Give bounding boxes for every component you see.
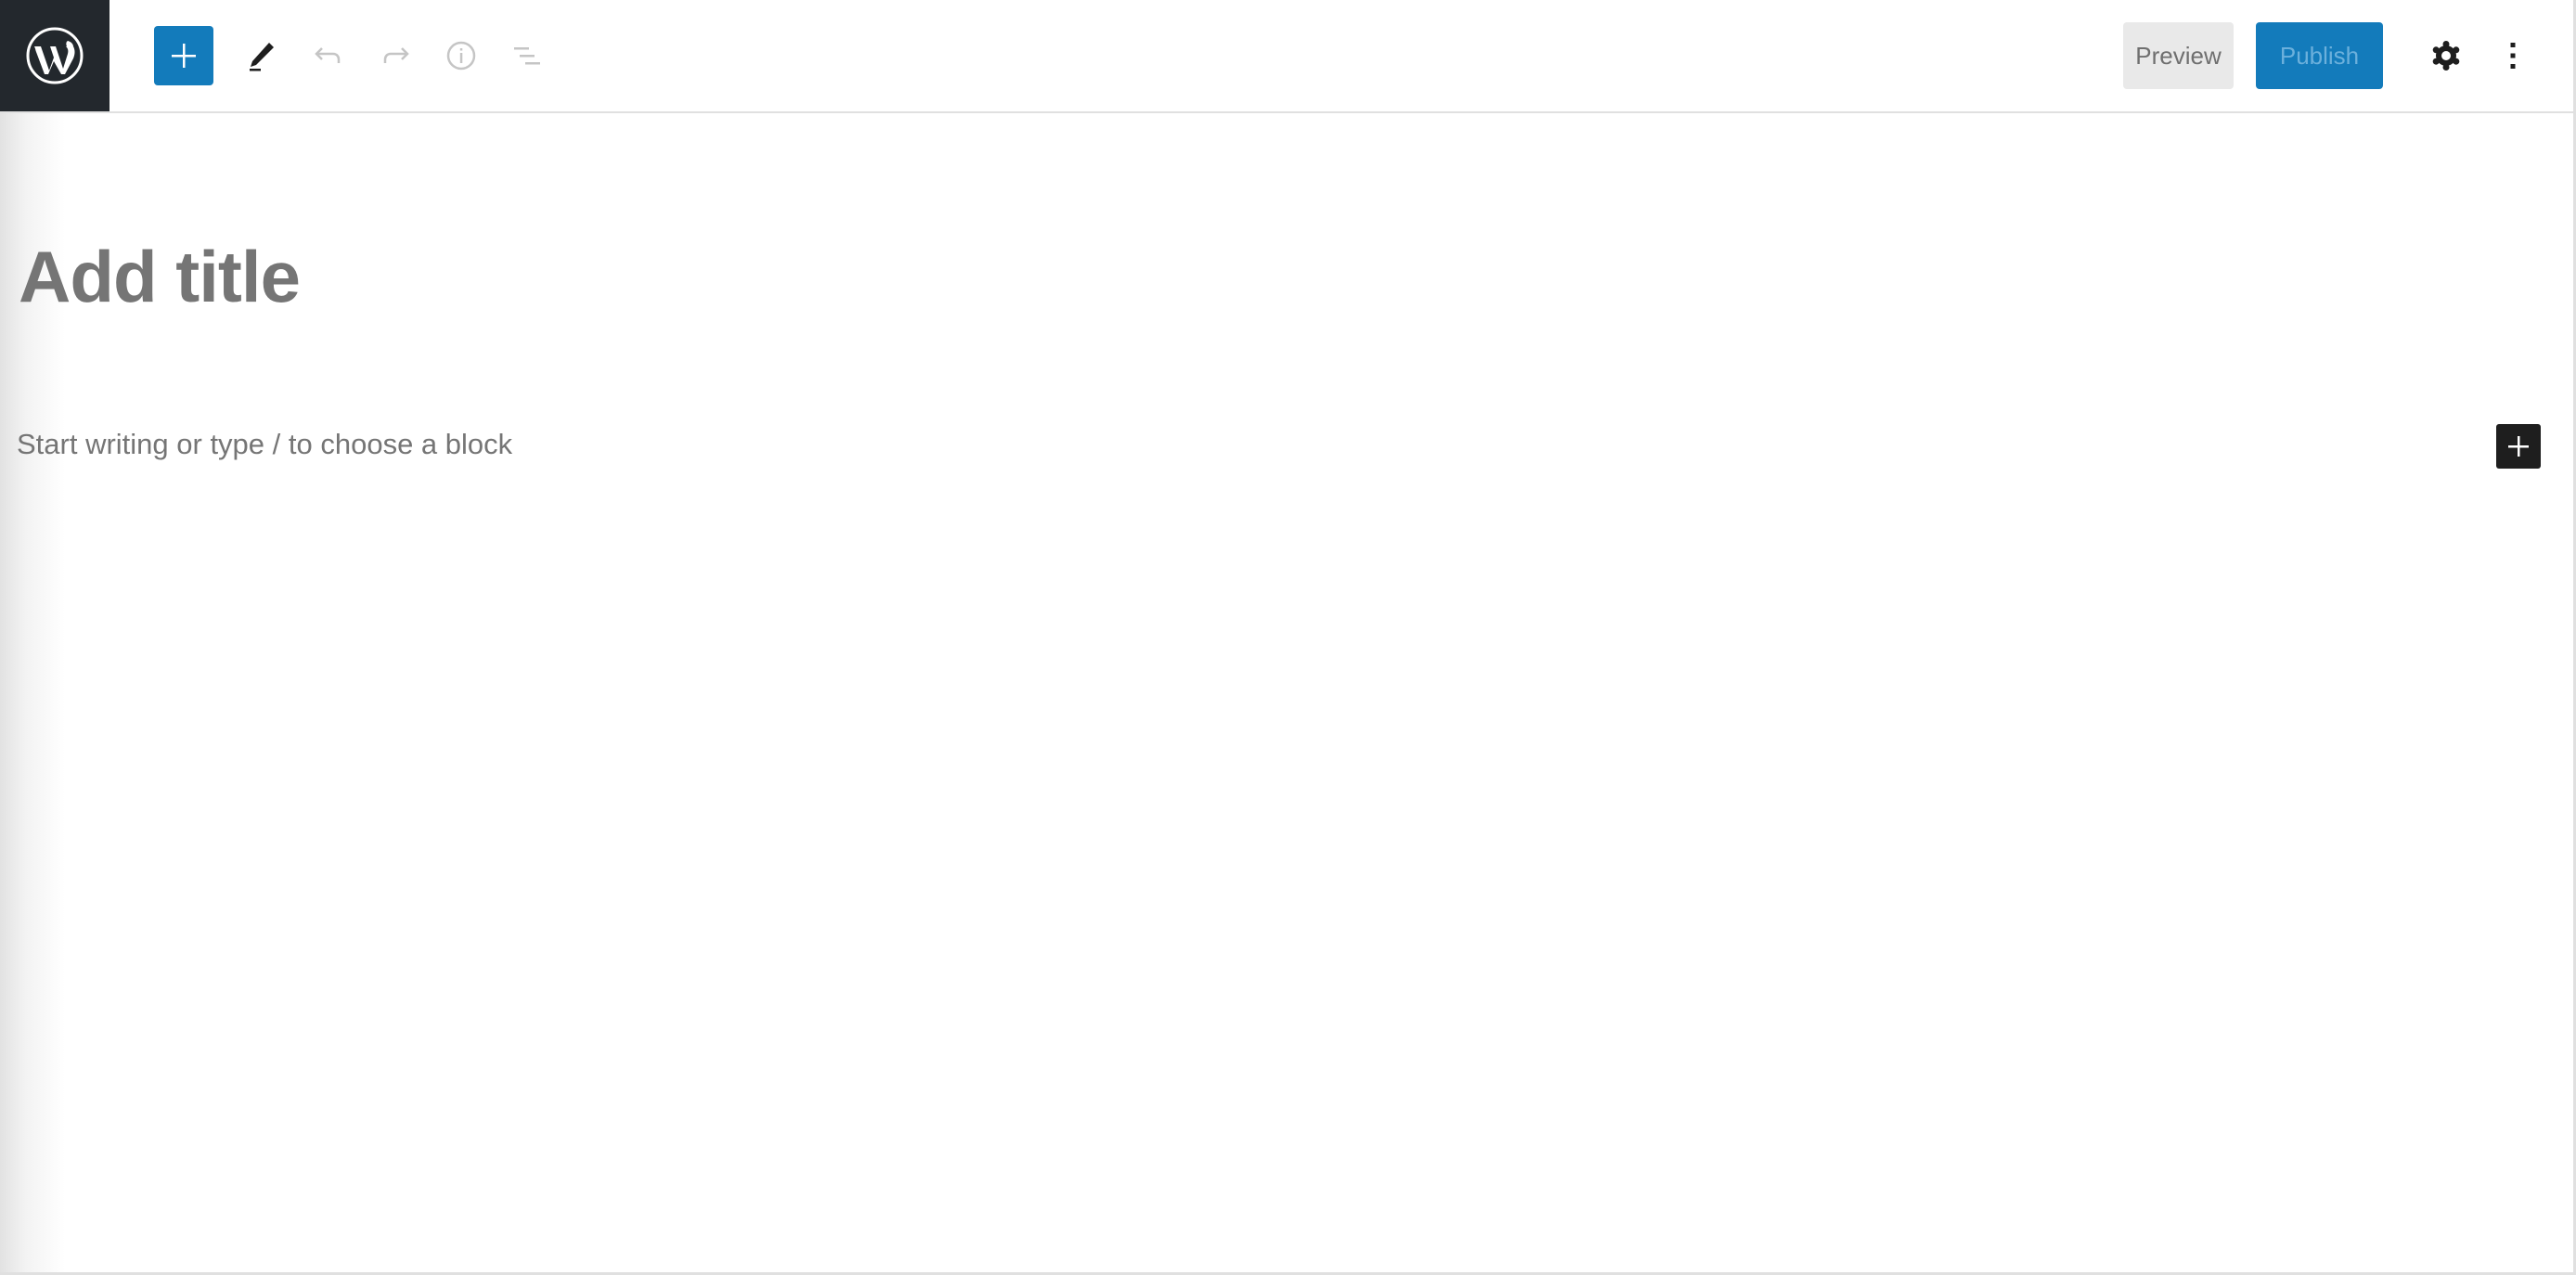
wordpress-logo-icon bbox=[26, 27, 84, 84]
undo-button[interactable] bbox=[298, 26, 357, 85]
redo-button[interactable] bbox=[367, 26, 426, 85]
plus-icon bbox=[172, 44, 196, 68]
plus-icon bbox=[2508, 436, 2529, 457]
gear-icon bbox=[2432, 41, 2460, 71]
wordpress-logo-button[interactable] bbox=[0, 0, 109, 111]
editor-window: Preview Publish Add title Start writing … bbox=[0, 0, 2576, 1275]
settings-button[interactable] bbox=[2424, 33, 2468, 78]
options-button[interactable] bbox=[2494, 33, 2531, 78]
add-block-button[interactable] bbox=[154, 26, 213, 85]
list-view-button[interactable] bbox=[497, 26, 557, 85]
post-title-input[interactable]: Add title bbox=[19, 234, 301, 321]
inline-add-block-button[interactable] bbox=[2496, 424, 2541, 469]
publish-button[interactable]: Publish bbox=[2256, 22, 2383, 89]
redo-icon bbox=[383, 47, 409, 63]
preview-button[interactable]: Preview bbox=[2123, 22, 2234, 89]
details-button[interactable] bbox=[431, 26, 491, 85]
pencil-icon bbox=[250, 43, 274, 71]
paragraph-block-placeholder[interactable]: Start writing or type / to choose a bloc… bbox=[17, 426, 512, 463]
info-icon bbox=[446, 41, 476, 71]
list-view-icon bbox=[514, 47, 540, 65]
tools-button[interactable] bbox=[230, 26, 290, 85]
undo-icon bbox=[315, 47, 341, 63]
editor-canvas: Add title Start writing or type / to cho… bbox=[0, 113, 2573, 1272]
more-vertical-icon bbox=[2510, 43, 2516, 69]
editor-header: Preview Publish bbox=[0, 0, 2573, 113]
